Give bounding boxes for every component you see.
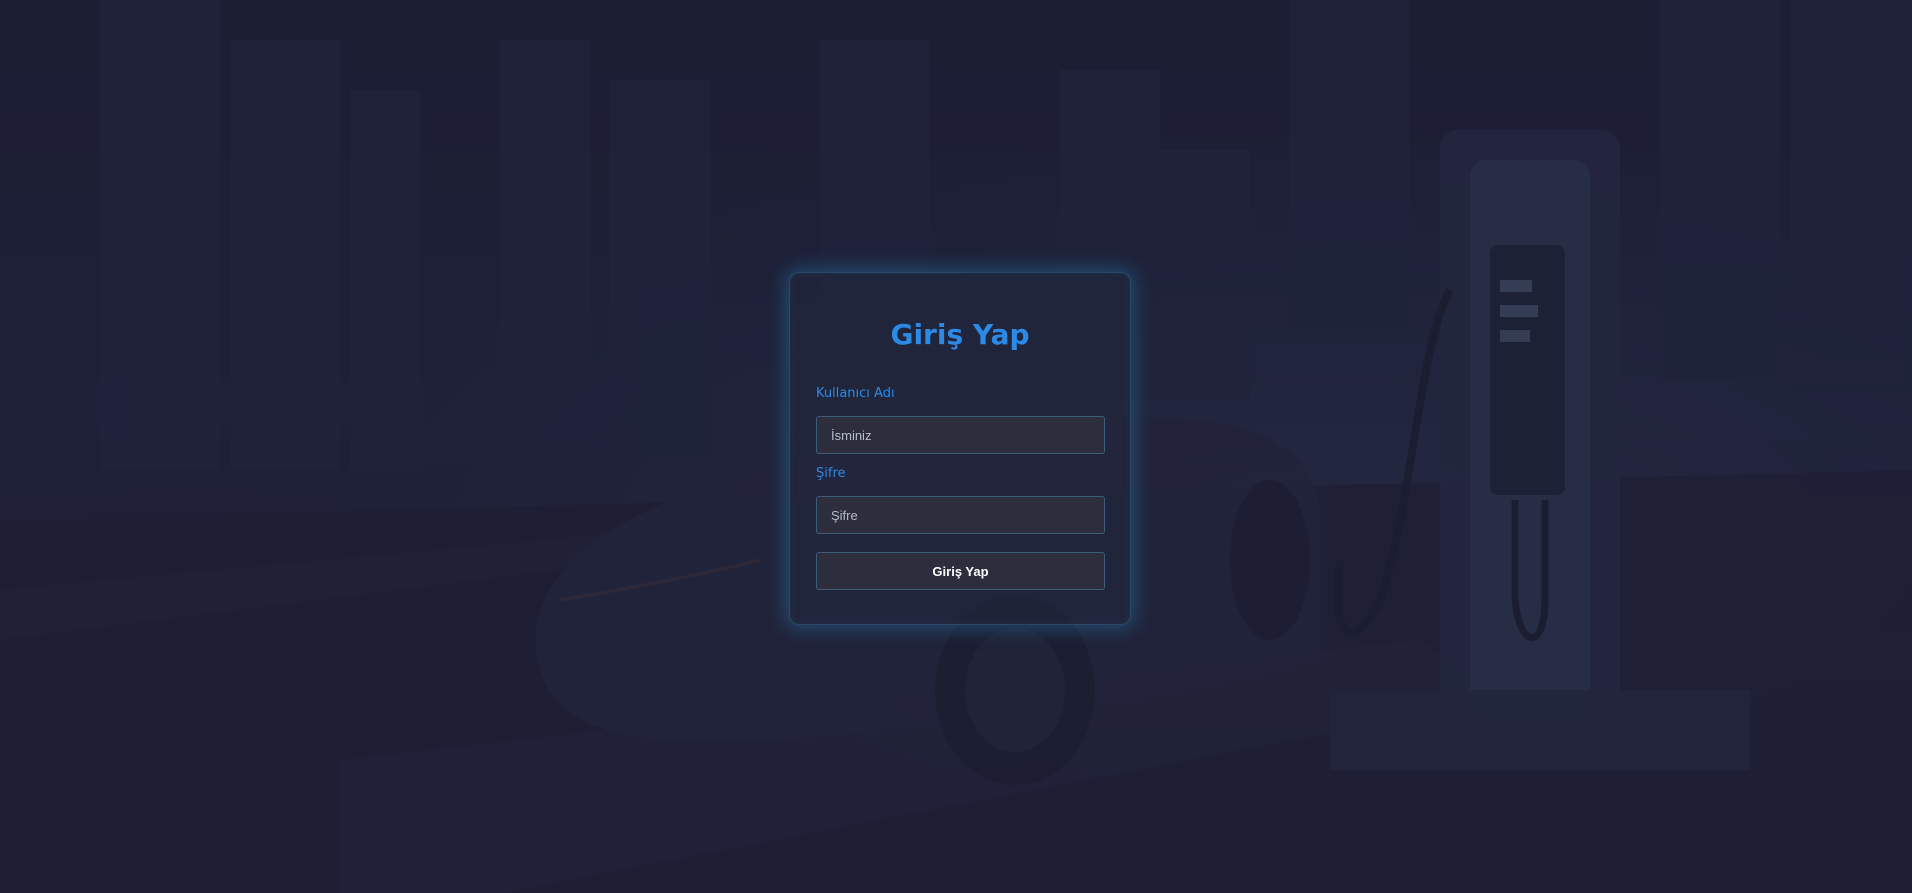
username-label: Kullanıcı Adı [816, 386, 895, 401]
login-card: Giriş Yap Kullanıcı Adı Şifre Giriş Yap [789, 272, 1131, 625]
password-input[interactable] [816, 496, 1105, 534]
password-label: Şifre [816, 466, 846, 481]
login-title: Giriş Yap [890, 318, 1030, 351]
username-input[interactable] [816, 416, 1105, 454]
login-button[interactable]: Giriş Yap [816, 552, 1105, 590]
